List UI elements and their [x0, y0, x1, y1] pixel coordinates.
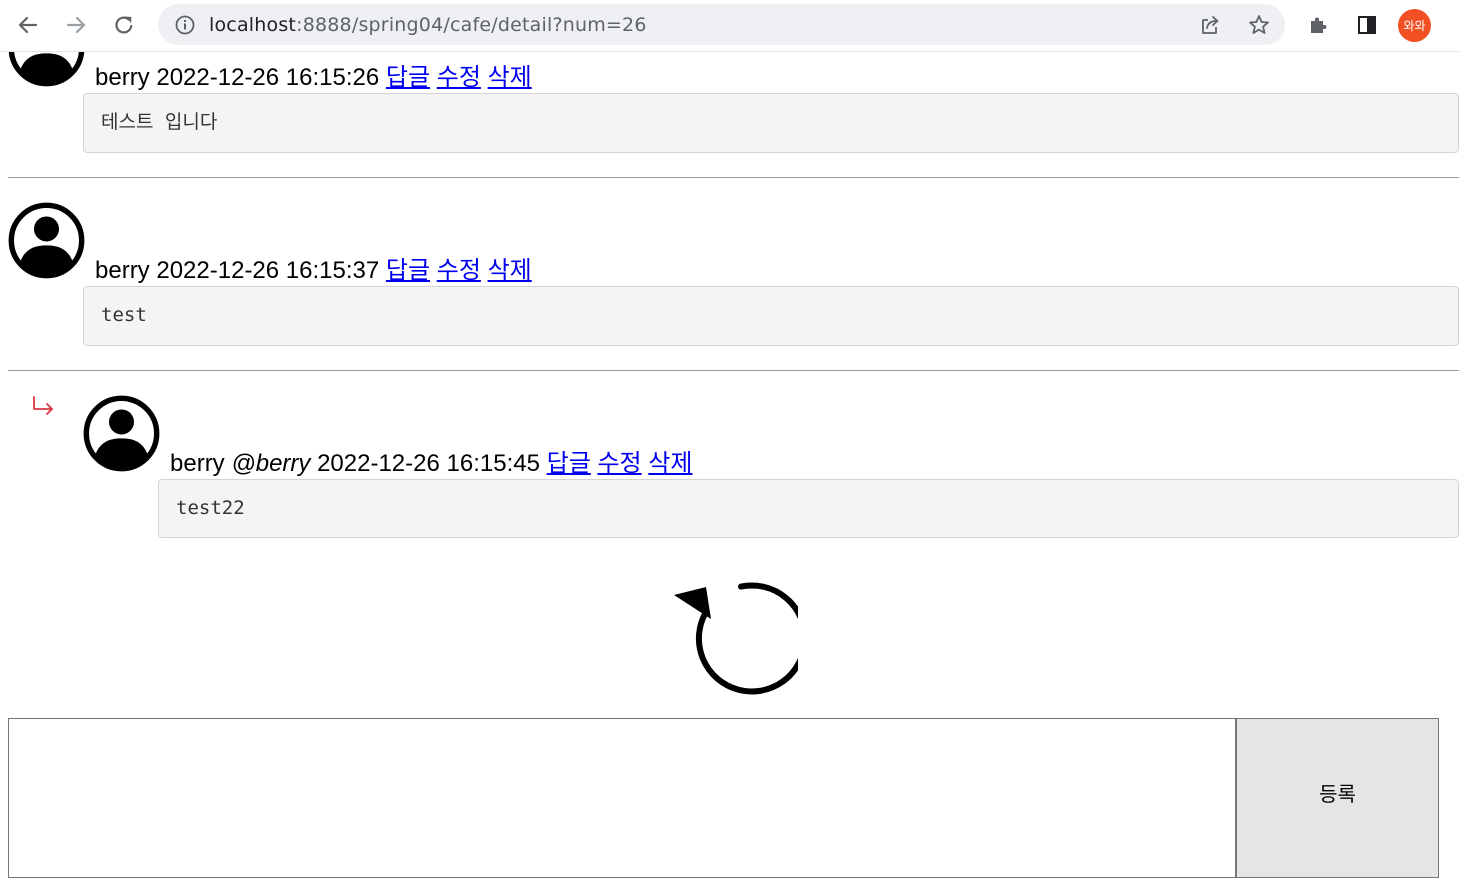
edit-link[interactable]: 수정 — [437, 64, 481, 91]
back-button[interactable] — [11, 8, 45, 42]
person-circle-icon — [83, 395, 160, 472]
comment-content: test — [83, 286, 1459, 346]
share-icon[interactable] — [1198, 13, 1222, 37]
comment-writer: berry — [170, 450, 225, 477]
edit-link[interactable]: 수정 — [597, 450, 641, 477]
arrow-left-icon — [18, 16, 38, 34]
comment-content: test22 — [158, 479, 1459, 538]
info-icon[interactable] — [174, 14, 196, 36]
arrow-right-icon — [66, 16, 86, 34]
reply-link[interactable]: 답글 — [547, 450, 591, 477]
reply-link[interactable]: 답글 — [386, 64, 430, 91]
comment-content: 테스트 입니다 — [83, 93, 1459, 153]
edit-link[interactable]: 수정 — [437, 257, 481, 284]
comment-writer: berry — [95, 257, 150, 284]
comment-textarea[interactable] — [8, 718, 1236, 878]
reply-arrow-icon — [33, 396, 53, 415]
star-icon[interactable] — [1247, 13, 1271, 37]
divider — [8, 177, 1459, 178]
delete-link[interactable]: 삭제 — [648, 450, 692, 477]
comment-section: berry 2022-12-26 16:15:26 답글 수정 삭제 테스트 입… — [0, 0, 1459, 878]
url-text[interactable]: localhost:8888/spring04/cafe/detail?num=… — [209, 14, 647, 36]
submit-button[interactable]: 등록 — [1236, 718, 1439, 878]
comment-meta: berry 2022-12-26 16:15:37 답글 수정 삭제 — [95, 257, 532, 285]
side-panel-button[interactable] — [1350, 8, 1384, 42]
url-path: :8888/spring04/cafe/detail?num=26 — [296, 14, 647, 36]
browser-toolbar: localhost:8888/spring04/cafe/detail?num=… — [0, 0, 1459, 52]
side-panel-icon — [1358, 16, 1376, 34]
delete-link[interactable]: 삭제 — [488, 64, 532, 91]
comment-date: 2022-12-26 16:15:45 — [317, 450, 540, 477]
reload-icon — [115, 16, 133, 34]
delete-link[interactable]: 삭제 — [488, 257, 532, 284]
comment-text: test22 — [176, 497, 245, 519]
comment-date: 2022-12-26 16:15:37 — [156, 257, 380, 284]
url-host: localhost — [209, 14, 297, 36]
extensions-button[interactable] — [1302, 8, 1336, 42]
comment-meta: berry 2022-12-26 16:15:26 답글 수정 삭제 — [95, 64, 532, 92]
comment-target: @berry — [231, 450, 311, 477]
comment-text: 테스트 입니다 — [101, 111, 218, 133]
reload-button[interactable] — [107, 8, 141, 42]
reply-link[interactable]: 답글 — [386, 257, 430, 284]
profile-avatar[interactable]: 와와 — [1398, 9, 1431, 42]
comment-text: test — [101, 304, 147, 326]
puzzle-icon — [1311, 17, 1327, 33]
comment-date: 2022-12-26 16:15:26 — [156, 64, 380, 91]
comment-meta: berry @berry 2022-12-26 16:15:45 답글 수정 삭… — [170, 450, 692, 478]
address-bar[interactable]: localhost:8888/spring04/cafe/detail?num=… — [158, 4, 1285, 45]
person-circle-icon — [8, 202, 85, 279]
forward-button[interactable] — [59, 8, 93, 42]
refresh-icon[interactable] — [670, 580, 798, 698]
divider — [8, 370, 1459, 371]
comment-writer: berry — [95, 64, 150, 91]
